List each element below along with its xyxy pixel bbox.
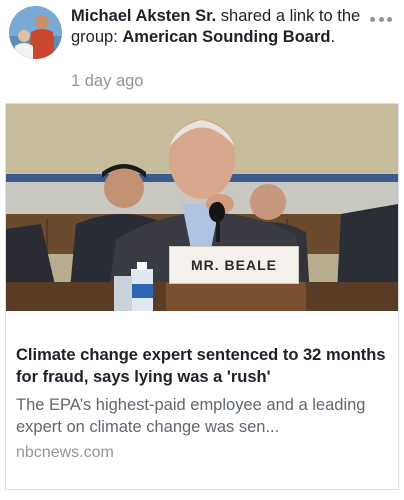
group-name-link[interactable]: American Sounding Board bbox=[122, 28, 330, 46]
author-name-link[interactable]: Michael Aksten Sr. bbox=[71, 7, 216, 25]
nameplate-text: MR. BEALE bbox=[169, 246, 299, 284]
more-horizontal-icon-dot bbox=[387, 16, 392, 22]
link-preview-body: Climate change expert sentenced to 32 mo… bbox=[6, 312, 398, 462]
link-description: The EPA’s highest-paid employee and a le… bbox=[16, 396, 366, 436]
post-timestamp[interactable]: 1 day ago bbox=[71, 72, 143, 91]
link-domain: nbcnews.com bbox=[16, 444, 114, 461]
link-title[interactable]: Climate change expert sentenced to 32 mo… bbox=[16, 344, 388, 388]
post-header: Michael Aksten Sr. shared a link to the … bbox=[0, 0, 404, 100]
link-preview-image[interactable]: MR. BEALE bbox=[6, 104, 398, 311]
post-period: . bbox=[330, 28, 336, 46]
more-horizontal-icon-dot bbox=[378, 16, 384, 22]
avatar-photo bbox=[9, 6, 62, 59]
more-horizontal-icon bbox=[370, 16, 375, 22]
avatar[interactable] bbox=[9, 6, 62, 59]
post-header-text: Michael Aksten Sr. shared a link to the … bbox=[71, 6, 371, 48]
link-preview-card[interactable]: MR. BEALE Climate change expert sentence… bbox=[5, 103, 399, 490]
more-options-button[interactable] bbox=[370, 12, 392, 26]
